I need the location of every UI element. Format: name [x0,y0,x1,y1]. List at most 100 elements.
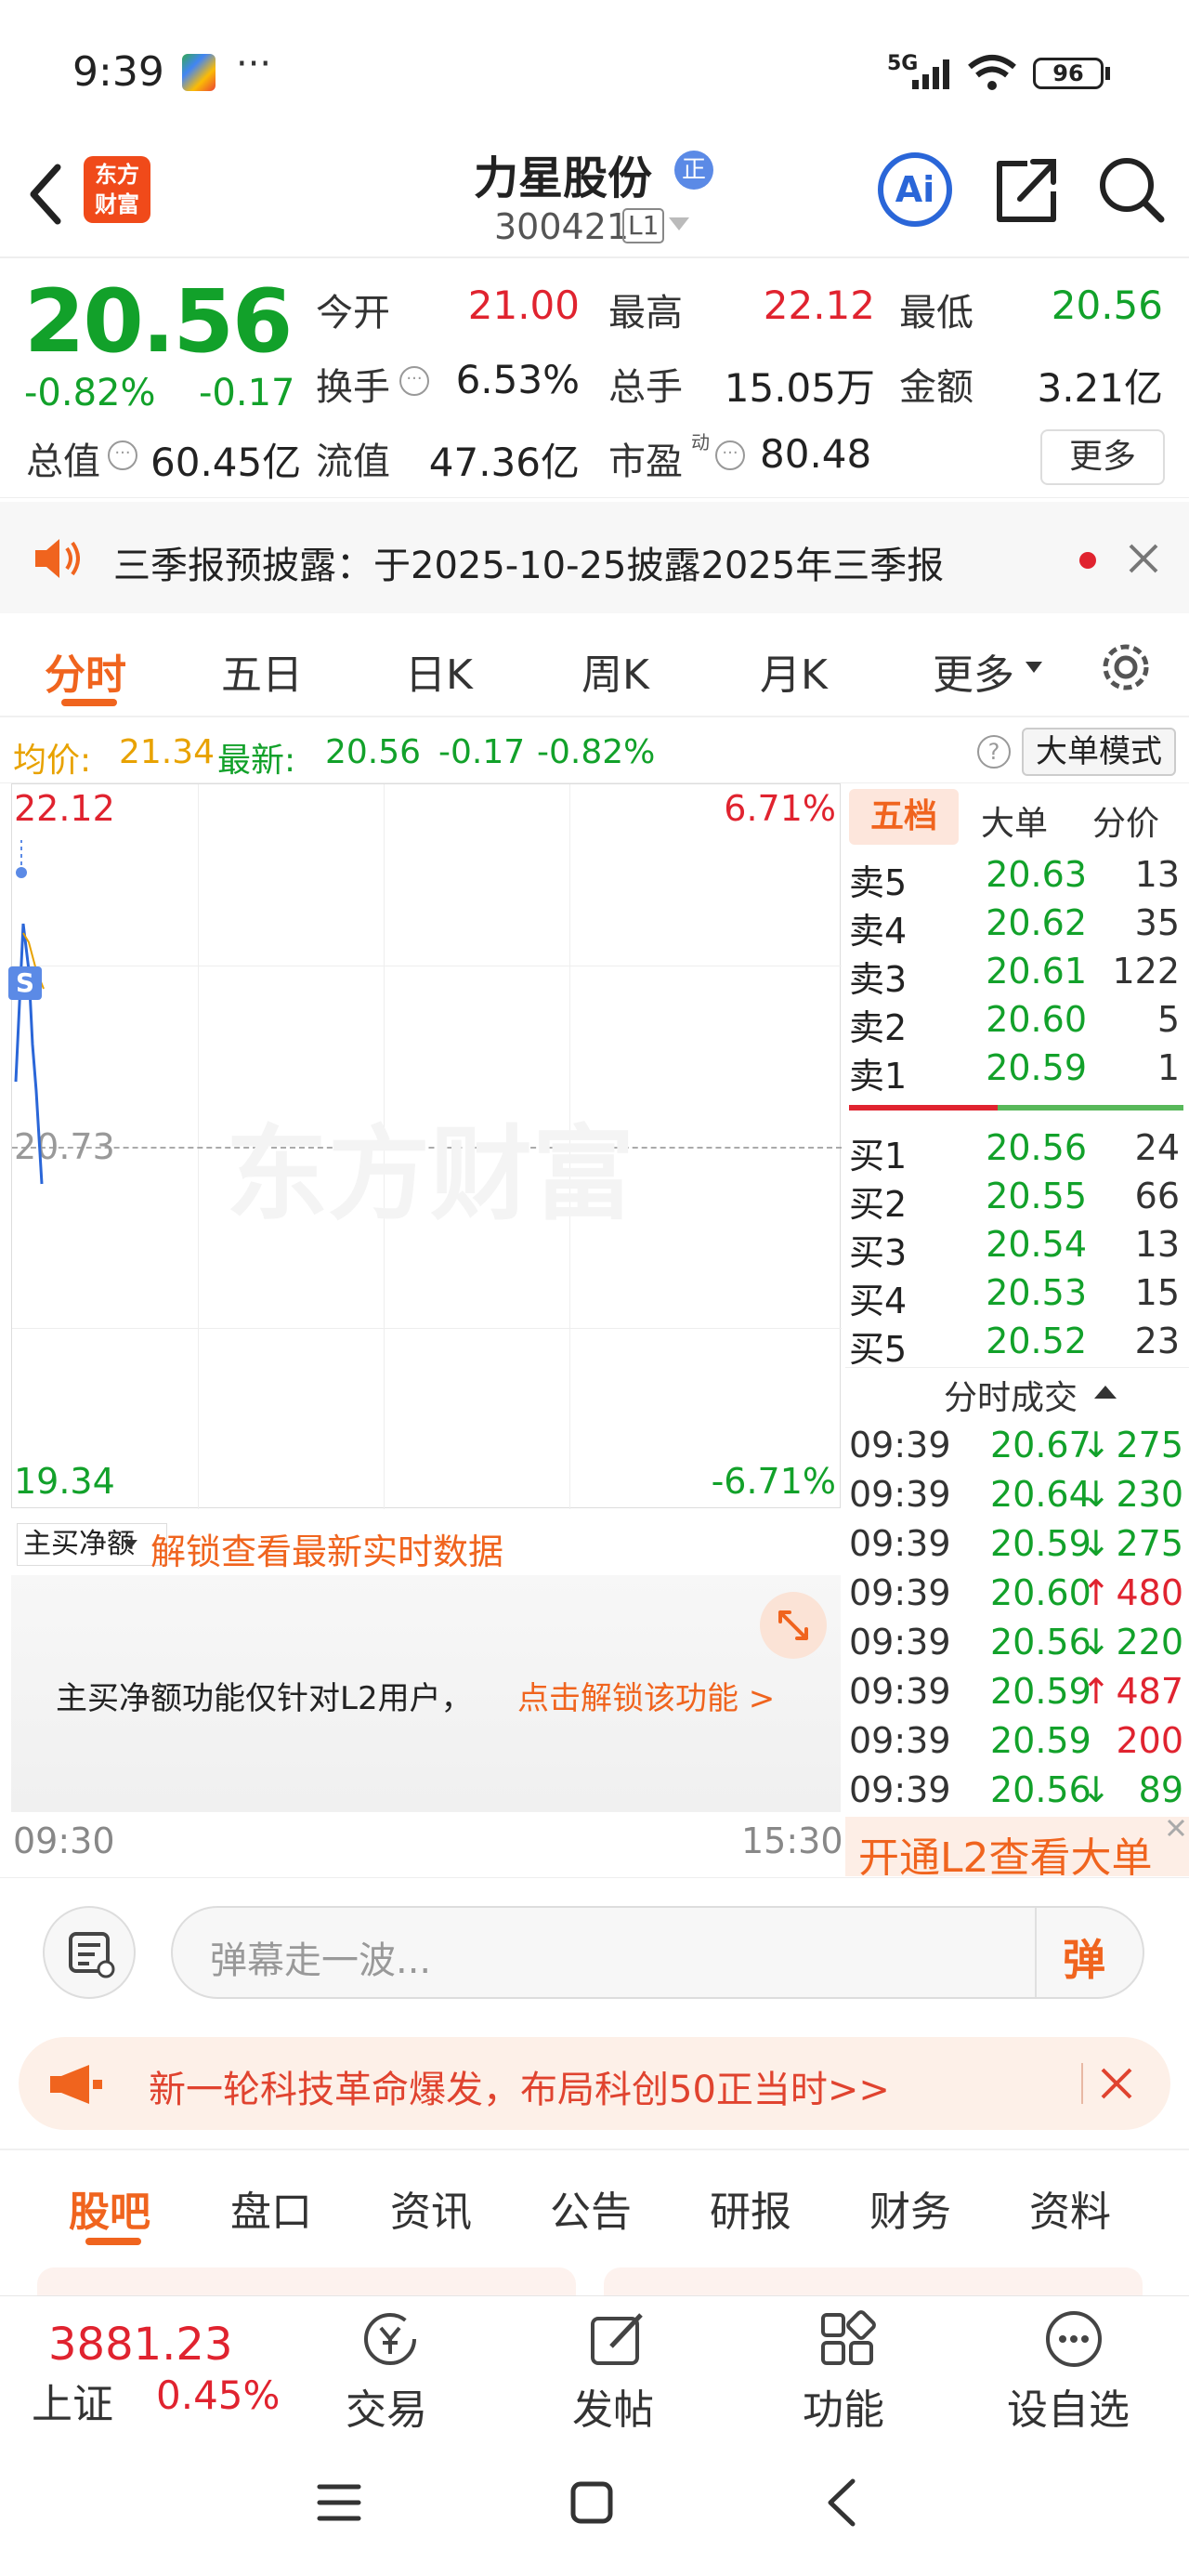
tab-orderbook[interactable]: 盘口 [230,2178,312,2238]
tab-monthly-k[interactable]: 月K [760,641,828,701]
add-watchlist-icon[interactable] [1044,2309,1104,2369]
tab-five-day[interactable]: 五日 [221,641,303,701]
caret-down-icon[interactable] [669,217,689,232]
tab-news[interactable]: 资讯 [390,2178,472,2238]
help-icon[interactable]: ? [977,735,1011,769]
float-value: 47.36亿 [428,440,580,485]
index-pct[interactable]: 0.45% [156,2372,280,2418]
tab-indicator [61,699,117,706]
verified-badge: 正 [674,151,713,190]
caret-down-icon[interactable] [1026,662,1042,675]
amount-label: 金额 [899,366,973,409]
function-grid-icon[interactable] [817,2309,877,2369]
back-icon[interactable] [26,162,63,227]
share-icon[interactable] [992,154,1059,225]
locked-message: 主买净额功能仅针对L2用户， [56,1680,473,1717]
content-card [37,2267,576,2299]
trade-row: 09:39 20.60 ↑ 480 [849,1572,1183,1613]
s-marker[interactable]: S [8,966,42,1000]
nav-post[interactable]: 发帖 [572,2376,654,2436]
level-badge[interactable]: L1 [622,208,665,243]
price-info-row: 均价: 21.34 最新: 20.56 -0.17 -0.82% ? 大单模式 [0,720,1189,783]
info-dots-icon[interactable]: ··· [715,440,745,470]
more-button[interactable]: 更多 [1040,429,1165,485]
close-icon[interactable] [1128,543,1159,574]
ai-button[interactable]: Ai [878,152,952,227]
tab-announcements[interactable]: 公告 [550,2178,632,2238]
tab-forum[interactable]: 股吧 [69,2178,150,2238]
latest-change: -0.17 [438,733,526,771]
close-icon[interactable] [1167,1819,1185,1837]
expand-icon[interactable] [760,1592,827,1659]
stock-name: 力星股份 [474,152,653,204]
tab-more[interactable]: 更多 [933,641,1014,701]
indicator-selector[interactable]: 主买净额 [17,1523,167,1566]
trade-yen-icon[interactable] [360,2309,420,2369]
nav-function[interactable]: 功能 [803,2376,884,2436]
high-label: 最高 [608,292,683,335]
logo-line1: 东方 [95,162,139,188]
mktcap-label: 总值 [26,440,100,483]
bottom-nav: 3881.23 上证 0.45% 交易 发帖 功能 设自选 [0,2295,1189,2435]
buy-sell-ratio-red [849,1105,998,1111]
book-tab-price[interactable]: 分价 [1092,796,1159,845]
caret-up-icon[interactable] [1094,1384,1117,1399]
unlock-link[interactable]: 解锁查看最新实时数据 [150,1523,503,1574]
tab-daily-k[interactable]: 日K [405,641,473,701]
logo-line2: 财富 [95,191,139,217]
quote-panel: 20.56 -0.82% -0.17 总值 ··· 60.45亿 今开 21.0… [0,258,1189,498]
tab-finance[interactable]: 财务 [869,2178,951,2238]
status-bar: 9:39 ··· 5G 96 [0,0,1189,139]
volume-value: 15.05万 [724,365,875,411]
nav-trade[interactable]: 交易 [346,2376,427,2436]
signal-icon [912,59,949,89]
index-value[interactable]: 3881.23 [48,2319,233,2371]
danmu-send-button[interactable]: 弹 [1063,1926,1105,1988]
home-icon[interactable] [568,2479,615,2526]
float-label: 流值 [316,440,390,483]
search-icon[interactable] [1096,154,1167,225]
tab-research[interactable]: 研报 [710,2178,791,2238]
volume-label: 总手 [608,366,683,409]
settings-gear-icon[interactable] [1098,639,1154,695]
caret-down-icon[interactable] [123,1540,137,1551]
info-dots-icon[interactable]: ··· [108,440,137,470]
trades-title[interactable]: 分时成交 [944,1371,1078,1419]
danmu-settings-icon[interactable] [43,1906,136,1999]
app-logo: 东方 财富 [84,156,150,223]
book-tab-big[interactable]: 大单 [981,796,1048,845]
promo-banner[interactable]: 新一轮科技革命爆发，布局科创50正当时>> [19,2037,1170,2130]
danmu-placeholder: 弹幕走一波... [210,1939,432,1982]
net-buy-panel: 主买净额 解锁查看最新实时数据 主买净额功能仅针对L2用户， 点击解锁该功能 > [11,1510,841,1812]
sell-row: 卖5 20.63 13 [849,854,1180,903]
l2-promo-text: 开通L2查看大单 [858,1834,1153,1882]
system-back-icon[interactable] [823,2477,860,2528]
close-icon[interactable] [1100,2067,1133,2100]
post-pen-icon[interactable] [587,2309,647,2369]
unread-dot [1079,552,1096,569]
time-axis: 09:30 15:30 [0,1817,843,1873]
danmu-input[interactable]: 弹幕走一波... 弹 [171,1906,1144,1999]
nav-watchlist[interactable]: 设自选 [1007,2376,1130,2436]
tab-intraday[interactable]: 分时 [45,641,126,701]
intraday-chart[interactable]: 东方财富 22.12 6.71% 20.73 19.34 -6.71% S [8,783,842,1509]
big-order-mode-button[interactable]: 大单模式 [1022,728,1176,776]
stock-code: 300421 [494,206,630,247]
menu-icon[interactable] [316,2479,362,2526]
info-dots-icon[interactable]: ··· [399,366,429,396]
l2-promo[interactable]: 开通L2查看大单 [845,1817,1189,1882]
tab-weekly-k[interactable]: 周K [581,641,649,701]
sell-row: 卖3 20.61 122 [849,951,1180,1000]
price-line [14,840,45,1185]
notice-bar[interactable]: 三季报预披露：于2025-10-25披露2025年三季报 [0,502,1189,613]
danmu-bar: 弹幕走一波... 弹 [0,1877,1189,2022]
book-tab-five[interactable]: 五档 [849,789,959,845]
locked-unlock-link[interactable]: 点击解锁该功能 > [517,1673,775,1718]
tab-profile[interactable]: 资料 [1029,2178,1111,2238]
banner-text: 新一轮科技革命爆发，布局科创50正当时>> [149,2069,890,2111]
buy-row: 买4 20.53 15 [849,1272,1180,1321]
open-label: 今开 [316,292,390,335]
index-name[interactable]: 上证 [32,2371,113,2430]
open-value: 21.00 [467,283,580,328]
sell-row: 卖1 20.59 1 [849,1047,1180,1097]
